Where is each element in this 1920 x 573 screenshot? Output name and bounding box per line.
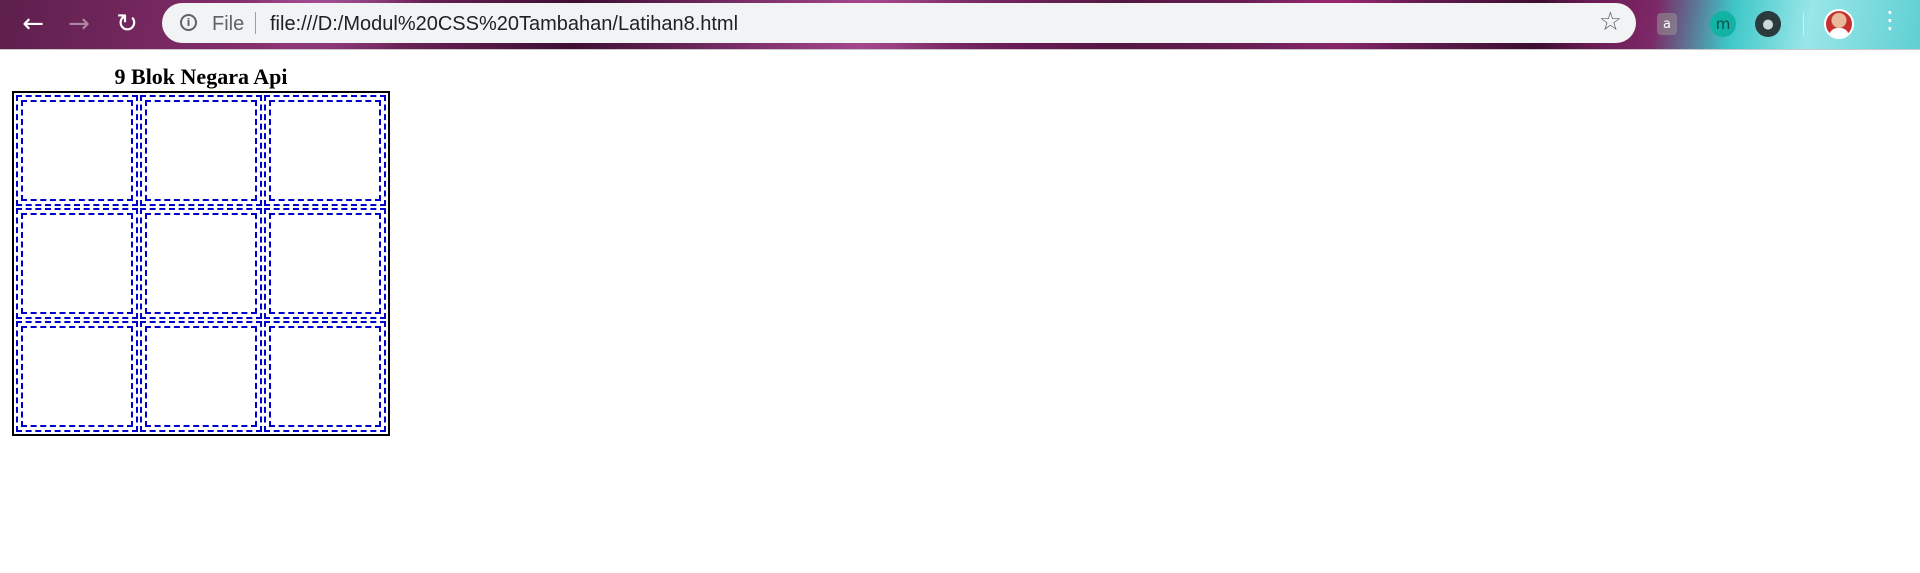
- table-row: [16, 208, 386, 319]
- shopping-bag-extension-icon[interactable]: a: [1657, 13, 1677, 35]
- back-arrow-icon[interactable]: ←: [16, 7, 50, 41]
- omnibox-divider: [255, 12, 256, 34]
- profile-avatar[interactable]: [1824, 9, 1854, 39]
- m-extension-icon[interactable]: m: [1710, 11, 1736, 37]
- url-text[interactable]: file:///D:/Modul%20CSS%20Tambahan/Latiha…: [270, 13, 738, 36]
- grid-cell: [140, 95, 262, 206]
- forward-arrow-icon[interactable]: →: [62, 7, 96, 41]
- table-row: [16, 321, 386, 432]
- kebab-menu-icon[interactable]: ⋮: [1878, 8, 1902, 32]
- table-row: [16, 95, 386, 206]
- grid-cell: [264, 208, 386, 319]
- grid-cell: [16, 95, 138, 206]
- star-icon[interactable]: ☆: [1599, 7, 1622, 37]
- table-caption: 9 Blok Negara Api: [114, 64, 288, 89]
- lightbulb-extension-icon[interactable]: ●: [1755, 11, 1781, 37]
- scheme-label: File: [212, 13, 245, 35]
- page-content: 9 Blok Negara Api: [0, 50, 1920, 573]
- grid-cell: [140, 208, 262, 319]
- browser-toolbar: ← → ↻ i File file:///D:/Modul%20CSS%20Ta…: [0, 0, 1920, 50]
- grid-cell: [16, 321, 138, 432]
- table-body: [16, 95, 386, 432]
- toolbar-divider: [1803, 13, 1804, 35]
- reload-icon[interactable]: ↻: [110, 7, 144, 41]
- info-icon[interactable]: i: [180, 14, 197, 31]
- grid-cell: [264, 95, 386, 206]
- address-bar[interactable]: i File file:///D:/Modul%20CSS%20Tambahan…: [162, 3, 1636, 43]
- grid-cell: [140, 321, 262, 432]
- grid-cell: [16, 208, 138, 319]
- block-grid-table: 9 Blok Negara Api: [12, 63, 390, 436]
- grid-cell: [264, 321, 386, 432]
